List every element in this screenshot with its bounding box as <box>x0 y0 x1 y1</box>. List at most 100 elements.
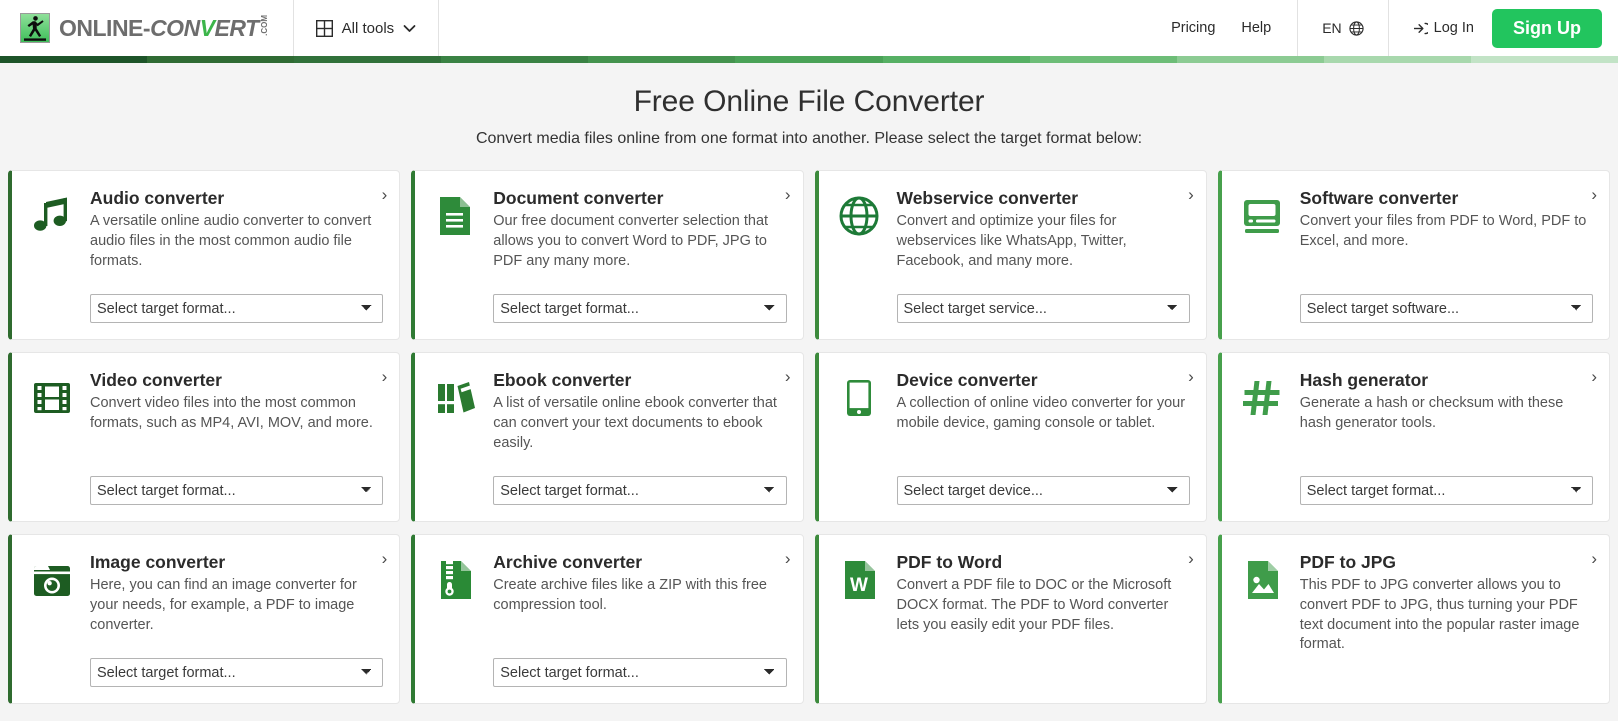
chevron-right-icon[interactable]: › <box>382 368 388 385</box>
card-select-wrapper: Select target format... <box>493 462 787 505</box>
select-target-audio-converter[interactable]: Select target format... <box>90 294 384 323</box>
card-description: A collection of online video converter f… <box>896 394 1186 431</box>
select-target-device-converter[interactable]: Select target device... <box>896 476 1190 505</box>
logo[interactable]: ONLINE - CON V ERT .COM <box>0 0 294 56</box>
select-target-software-converter[interactable]: Select target software... <box>1299 294 1593 323</box>
stripe-segment <box>735 56 883 63</box>
select-target-webservice-converter[interactable]: Select target service... <box>896 294 1190 323</box>
card-select-wrapper: Select target format... <box>493 644 787 687</box>
card-body: Device converter A collection of online v… <box>896 370 1190 505</box>
stripe-segment <box>441 56 589 63</box>
card-body: Image converter Here, you can find an ima… <box>90 552 384 687</box>
login-button[interactable]: Log In <box>1413 20 1474 36</box>
card-description: Convert video files into the most common… <box>90 394 373 431</box>
card-body: PDF to Word Convert a PDF file to DOC or … <box>897 552 1190 687</box>
card-description: Here, you can find an image converter fo… <box>90 576 357 633</box>
card-description: This PDF to JPG converter allows you to … <box>1299 576 1580 653</box>
card-video-converter[interactable]: Video converter Convert video files into … <box>8 352 401 522</box>
auth-actions: Log In Sign Up <box>1389 0 1618 56</box>
select-target-ebook-converter[interactable]: Select target format... <box>493 476 787 505</box>
card-ebook-converter[interactable]: Ebook converter A list of versatile onlin… <box>411 352 804 522</box>
card-body: Audio converter A versatile online audio … <box>90 188 384 323</box>
logo-online: ONLINE <box>59 14 143 41</box>
card-pdf-to-word[interactable]: W PDF to Word Convert a PDF file to DOC or… <box>814 534 1207 704</box>
stripe-segment <box>0 56 148 63</box>
card-body: Archive converter Create archive files li… <box>493 552 787 687</box>
card-body: Webservice converter Convert and optimize… <box>896 188 1190 323</box>
chevron-right-icon[interactable]: › <box>785 368 791 385</box>
chevron-right-icon[interactable]: › <box>1188 550 1194 567</box>
runner-logo-icon <box>20 13 50 43</box>
stripe-segment <box>147 56 295 63</box>
card-document-converter[interactable]: Document converter Our free document conv… <box>411 170 804 340</box>
document-icon <box>431 188 479 323</box>
card-description: Convert a PDF file to DOC or the Microso… <box>896 576 1172 633</box>
hash-icon <box>1238 370 1286 505</box>
card-title: Document converter <box>493 188 664 208</box>
signup-button[interactable]: Sign Up <box>1492 8 1602 48</box>
site-header: ONLINE - CON V ERT .COM All tools Pricing Hel… <box>0 0 1618 56</box>
stripe-segment <box>588 56 736 63</box>
card-title: Image converter <box>90 552 226 572</box>
logo-wordmark: ONLINE - CON V ERT .COM <box>59 15 269 42</box>
card-pdf-to-jpg[interactable]: PDF to JPG This PDF to JPG converter allo… <box>1217 534 1610 704</box>
card-title: Archive converter <box>493 552 643 572</box>
card-title: PDF to Word <box>896 552 1003 572</box>
main-content: Free Online File Converter Convert media… <box>0 63 1618 721</box>
card-device-converter[interactable]: Device converter A collection of online v… <box>814 352 1207 522</box>
svg-text:W: W <box>850 575 868 596</box>
select-target-document-converter[interactable]: Select target format... <box>493 294 787 323</box>
logo-com: .COM <box>259 14 269 36</box>
chevron-right-icon[interactable]: › <box>1188 368 1194 385</box>
language-selector[interactable]: EN <box>1297 0 1389 56</box>
card-select-wrapper: Select target service... <box>896 280 1190 323</box>
card-hash-generator[interactable]: Hash generator Generate a hash or checksu… <box>1217 352 1610 522</box>
card-description: Convert your files from PDF to Word, PDF… <box>1299 212 1587 249</box>
card-body: PDF to JPG This PDF to JPG converter allo… <box>1300 552 1593 687</box>
nav-link-pricing[interactable]: Pricing <box>1171 20 1215 36</box>
card-image-converter[interactable]: Image converter Here, you can find an ima… <box>8 534 401 704</box>
select-target-image-converter[interactable]: Select target format... <box>90 658 384 687</box>
converter-card-grid: Audio converter A versatile online audio … <box>0 148 1618 704</box>
chevron-right-icon[interactable]: › <box>785 550 791 567</box>
globe-icon <box>835 188 883 323</box>
stripe-segment <box>1029 56 1177 63</box>
card-audio-converter[interactable]: Audio converter A versatile online audio … <box>8 170 401 340</box>
card-select-wrapper <box>1300 673 1593 687</box>
card-title: Ebook converter <box>493 370 632 390</box>
card-select-wrapper: Select target device... <box>896 462 1190 505</box>
chevron-right-icon[interactable]: › <box>1188 186 1194 203</box>
books-icon <box>431 370 479 505</box>
chevron-right-icon[interactable]: › <box>382 186 388 203</box>
stripe-segment <box>294 56 442 63</box>
card-title: Hash generator <box>1299 370 1429 390</box>
nav-link-help[interactable]: Help <box>1241 20 1271 36</box>
chevron-right-icon[interactable]: › <box>1591 550 1597 567</box>
all-tools-menu[interactable]: All tools <box>294 0 440 56</box>
card-description: A versatile online audio converter to co… <box>90 212 372 269</box>
card-software-converter[interactable]: Software converter Convert your files fro… <box>1217 170 1610 340</box>
logo-ert: ERT <box>214 14 260 41</box>
select-target-archive-converter[interactable]: Select target format... <box>493 658 787 687</box>
card-webservice-converter[interactable]: Webservice converter Convert and optimize… <box>814 170 1207 340</box>
chevron-right-icon[interactable]: › <box>785 186 791 203</box>
card-body: Document converter Our free document conv… <box>493 188 787 323</box>
film-strip-icon <box>28 370 76 505</box>
logo-dash: - <box>142 14 151 41</box>
card-select-wrapper: Select target format... <box>90 280 384 323</box>
select-target-video-converter[interactable]: Select target format... <box>90 476 384 505</box>
stripe-segment <box>1470 56 1618 63</box>
globe-icon <box>1349 20 1364 36</box>
chevron-right-icon[interactable]: › <box>1591 368 1597 385</box>
stripe-segment <box>882 56 1030 63</box>
login-arrow-icon <box>1413 22 1428 35</box>
chevron-right-icon[interactable]: › <box>1591 186 1597 203</box>
select-target-hash-generator[interactable]: Select target format... <box>1299 476 1593 505</box>
card-archive-converter[interactable]: Archive converter Create archive files li… <box>411 534 804 704</box>
chevron-right-icon[interactable]: › <box>382 550 388 567</box>
logo-v: V <box>199 14 215 41</box>
card-description: Create archive files like a ZIP with thi… <box>493 576 767 613</box>
camera-icon <box>28 552 76 687</box>
card-body: Software converter Convert your files fro… <box>1299 188 1593 323</box>
card-select-wrapper: Select target format... <box>90 644 384 687</box>
